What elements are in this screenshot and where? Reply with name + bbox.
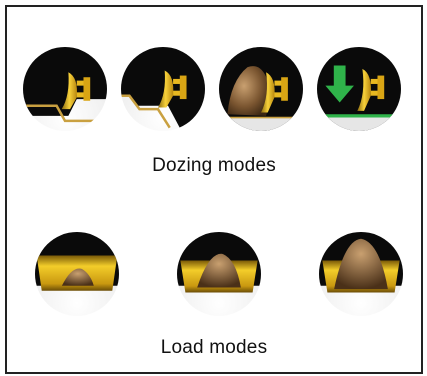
mode-panel: Dozing modes Load modes <box>5 5 423 374</box>
dozing-mode-cut-button[interactable] <box>23 47 107 131</box>
load-modes-caption: Load modes <box>160 337 268 358</box>
blade-load-medium-icon <box>177 232 261 293</box>
dozer-blade-spread-down-icon <box>317 47 401 131</box>
dozing-mode-carry-button[interactable] <box>219 47 303 131</box>
dozing-mode-slope-cut-button[interactable] <box>121 47 205 131</box>
dozing-modes-caption: Dozing modes <box>152 155 276 176</box>
load-mode-medium-button[interactable] <box>177 232 261 316</box>
load-mode-heavy-button[interactable] <box>319 232 403 316</box>
blade-load-light-icon <box>35 232 119 291</box>
dozer-blade-carry-icon <box>219 47 303 131</box>
dozer-blade-cut-icon <box>23 47 107 123</box>
dozing-mode-spread-button[interactable] <box>317 47 401 131</box>
dozer-blade-slope-cut-icon <box>121 47 205 131</box>
load-mode-light-button[interactable] <box>35 232 119 316</box>
blade-load-heavy-icon <box>319 232 403 293</box>
